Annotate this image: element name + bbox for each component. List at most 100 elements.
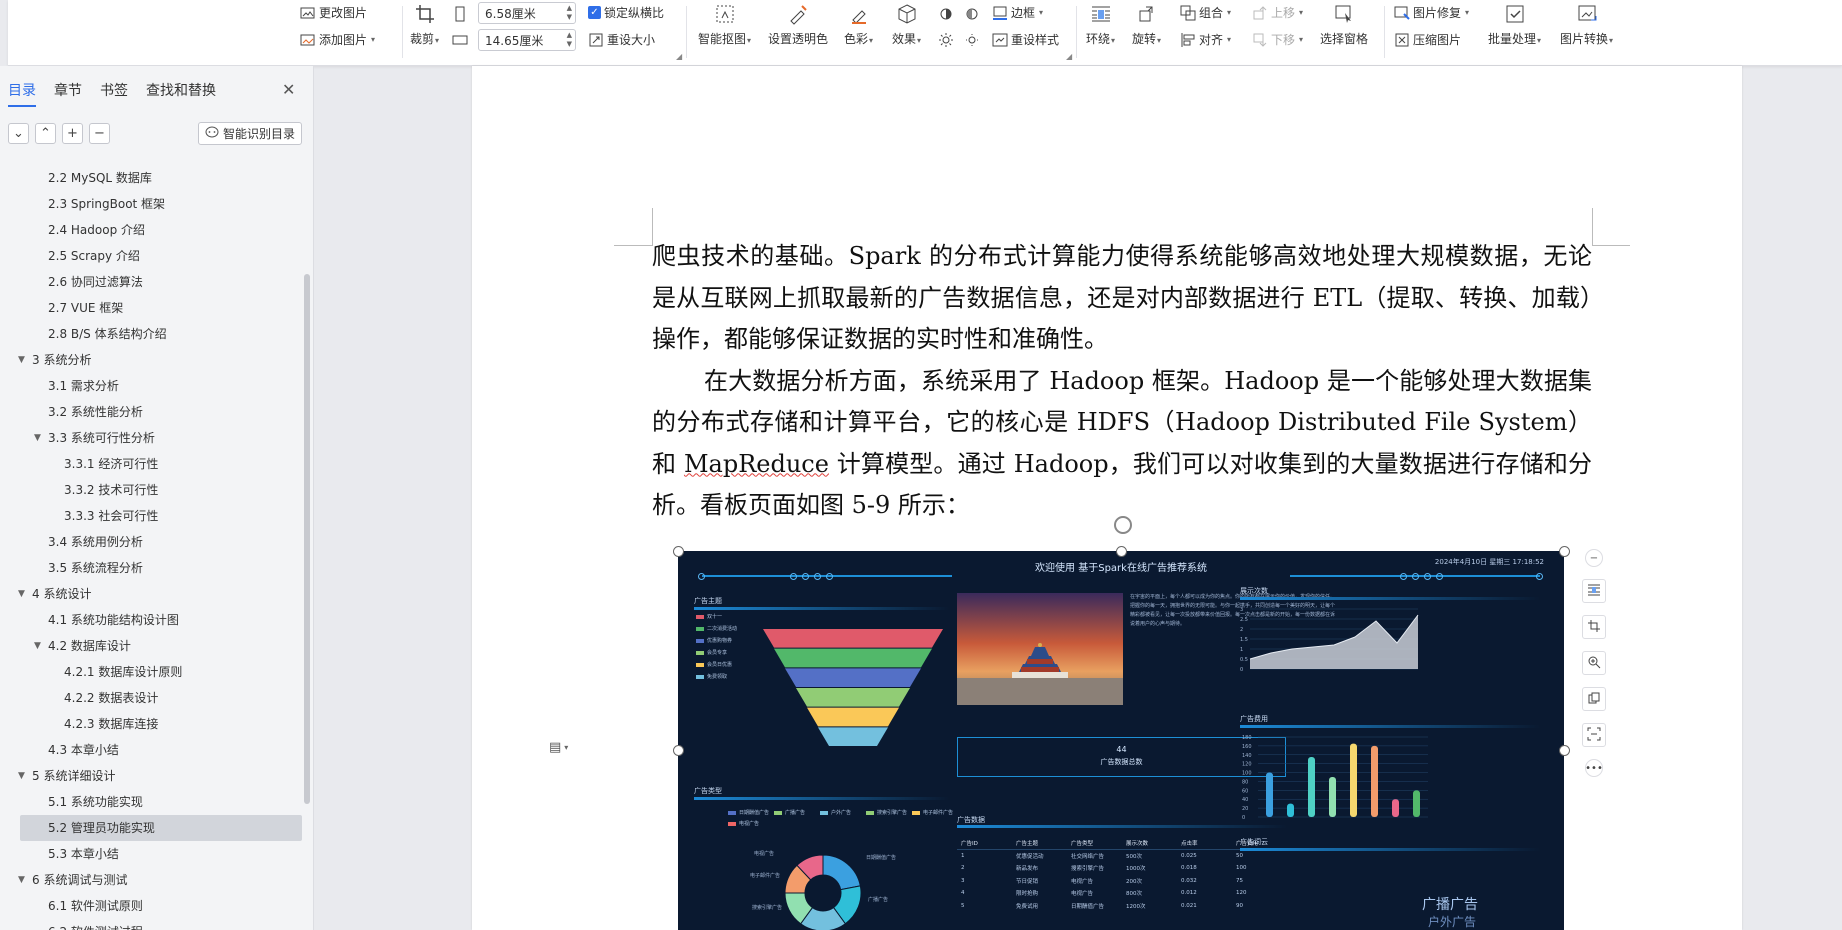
funnel-legend-item[interactable]: 免费领取 xyxy=(696,673,727,680)
expand-toggle-icon[interactable]: ▼ xyxy=(18,867,25,893)
set-transparent-button[interactable]: 设置透明色 xyxy=(768,2,828,47)
toc-item[interactable]: 5.1 系统功能实现 xyxy=(0,789,302,815)
toc-item[interactable]: 2.8 B/S 体系结构介绍 xyxy=(0,321,302,347)
toc-item[interactable]: 5.2 管理员功能实现 xyxy=(20,815,302,841)
funnel-legend-item[interactable]: 双十一 xyxy=(696,613,722,620)
layout-options-button[interactable]: ▤ ▾ xyxy=(549,740,568,755)
reset-size-button[interactable]: 重设大小 xyxy=(588,31,655,48)
image-repair-button[interactable]: 图片修复 ▾ xyxy=(1394,4,1469,21)
table-row[interactable]: 2 新品发布 搜索引擎广告 1000次 0.018 100 xyxy=(957,862,1287,875)
expand-down-button[interactable]: ⌄ xyxy=(8,123,29,144)
copy-image-button[interactable] xyxy=(1582,687,1606,711)
type-legend-item[interactable]: 广播广告 xyxy=(774,809,805,816)
crop-tool-button[interactable] xyxy=(1582,615,1606,639)
funnel-legend-item[interactable]: 优惠购物券 xyxy=(696,637,732,644)
toc-item[interactable]: 2.5 Scrapy 介绍 xyxy=(0,243,302,269)
spellcheck-word[interactable]: MapReduce xyxy=(684,450,829,478)
more-options-button[interactable]: ••• xyxy=(1585,759,1603,777)
resize-handle-right[interactable] xyxy=(1559,745,1570,756)
toc-item[interactable]: ▼ 5 系统详细设计 xyxy=(0,763,302,789)
collapse-toolbar-button[interactable]: − xyxy=(1585,549,1603,567)
reset-style-button[interactable]: 重设样式 xyxy=(992,31,1059,48)
toc-item[interactable]: 4.2.3 数据库连接 xyxy=(0,711,302,737)
align-button[interactable]: 对齐 ▾ xyxy=(1180,31,1231,48)
table-row[interactable]: 3 节日促销 电视广告 200次 0.032 75 xyxy=(957,875,1287,888)
tab-toc[interactable]: 目录 xyxy=(8,80,36,107)
smart-cutout-button[interactable]: 智能抠图▾ xyxy=(698,2,751,47)
toc-item[interactable]: 4.2.1 数据库设计原则 xyxy=(0,659,302,685)
layout-wrap-button[interactable] xyxy=(1582,579,1606,603)
funnel-legend-item[interactable]: 会员日优惠 xyxy=(696,661,732,668)
dashboard-screenshot-image[interactable]: 欢迎使用 基于Spark在线广告推荐系统 2024年4月10日 星期三 17:1… xyxy=(678,551,1564,930)
expand-toggle-icon[interactable]: ▼ xyxy=(34,633,41,659)
toc-item[interactable]: 3.3.2 技术可行性 xyxy=(0,477,302,503)
document-body[interactable]: 爬虫技术的基础。Spark 的分布式计算能力使得系统能够高效地处理大规模数据，无… xyxy=(652,236,1592,527)
type-legend-item[interactable]: 户外广告 xyxy=(820,809,851,816)
type-legend-item[interactable]: 搜索引擎广告 xyxy=(866,809,907,816)
collapse-up-button[interactable]: ⌃ xyxy=(35,123,56,144)
toc-item[interactable]: 2.6 协同过滤算法 xyxy=(0,269,302,295)
toc-item[interactable]: ▼ 3.3 系统可行性分析 xyxy=(0,425,302,451)
width-input[interactable]: 6.58厘米 ▲ ▼ xyxy=(478,2,576,24)
toc-item[interactable]: 4.2.2 数据表设计 xyxy=(0,685,302,711)
smart-toc-button[interactable]: 智能识别目录 xyxy=(198,122,302,145)
toc-item[interactable]: 3.3.1 经济可行性 xyxy=(0,451,302,477)
expand-toggle-icon[interactable]: ▼ xyxy=(18,763,25,789)
toc-item[interactable]: ▼ 4 系统设计 xyxy=(0,581,302,607)
selection-pane-button[interactable]: 选择窗格 xyxy=(1320,2,1368,47)
toc-item[interactable]: 2.2 MySQL 数据库 xyxy=(0,165,302,191)
close-icon[interactable]: ✕ xyxy=(282,80,295,99)
toc-item[interactable]: 3.2 系统性能分析 xyxy=(0,399,302,425)
toc-item[interactable]: 6.1 软件测试原则 xyxy=(0,893,302,919)
toc-item[interactable]: 2.7 VUE 框架 xyxy=(0,295,302,321)
table-row[interactable]: 5 免费试用 日期酬值广告 1200次 0.021 90 xyxy=(957,900,1287,913)
wrap-button[interactable]: 环绕▾ xyxy=(1086,2,1115,47)
toc-item[interactable]: 3.1 需求分析 xyxy=(0,373,302,399)
tab-find-replace[interactable]: 查找和替换 xyxy=(146,80,216,107)
paragraph-1[interactable]: 爬虫技术的基础。Spark 的分布式计算能力使得系统能够高效地处理大规模数据，无… xyxy=(652,236,1592,361)
extract-text-button[interactable] xyxy=(1582,723,1606,747)
color-button[interactable]: 色彩▾ xyxy=(844,2,873,47)
add-picture-button[interactable]: 添加图片 ▾ xyxy=(300,31,375,48)
group-button[interactable]: 组合 ▾ xyxy=(1180,4,1231,21)
toc-item[interactable]: 2.4 Hadoop 介绍 xyxy=(0,217,302,243)
lock-ratio-checkbox[interactable]: ✓ 锁定纵横比 xyxy=(588,4,664,21)
add-toc-item-button[interactable]: + xyxy=(62,123,83,144)
toc-item[interactable]: 6.2 软件测试过程 xyxy=(0,919,302,930)
tab-chapters[interactable]: 章节 xyxy=(54,80,82,107)
brightness-down-icon[interactable] xyxy=(964,32,980,51)
toc-item[interactable]: ▼ 4.2 数据库设计 xyxy=(0,633,302,659)
toc-item[interactable]: 2.3 SpringBoot 框架 xyxy=(0,191,302,217)
expand-toggle-icon[interactable]: ▼ xyxy=(18,347,25,373)
toc-item[interactable]: 3.5 系统流程分析 xyxy=(0,555,302,581)
zoom-button[interactable] xyxy=(1582,651,1606,675)
brightness-up-icon[interactable] xyxy=(938,32,954,51)
table-row[interactable]: 4 限时抢购 电视广告 800次 0.012 120 xyxy=(957,887,1287,900)
toc-item[interactable]: 4.1 系统功能结构设计图 xyxy=(0,607,302,633)
expand-toggle-icon[interactable]: ▼ xyxy=(18,581,25,607)
expand-toggle-icon[interactable]: ▼ xyxy=(34,425,41,451)
resize-handle-left[interactable] xyxy=(673,745,684,756)
toc-item[interactable]: 3.4 系统用例分析 xyxy=(0,529,302,555)
tab-bookmarks[interactable]: 书签 xyxy=(100,80,128,107)
rotate-button[interactable]: 旋转▾ xyxy=(1132,2,1161,47)
compress-picture-button[interactable]: 压缩图片 xyxy=(1394,31,1461,48)
toc-item[interactable]: 4.3 本章小结 xyxy=(0,737,302,763)
batch-process-button[interactable]: 批量处理▾ xyxy=(1488,2,1541,47)
paragraph-2[interactable]: 在大数据分析方面，系统采用了 Hadoop 框架。Hadoop 是一个能够处理大… xyxy=(652,361,1592,527)
type-legend-item[interactable]: 电视广告 xyxy=(728,820,759,827)
bring-forward-button[interactable]: 上移 ▾ xyxy=(1252,4,1303,21)
toc-item[interactable]: 3.3.3 社会可行性 xyxy=(0,503,302,529)
funnel-legend-item[interactable]: 会员专享 xyxy=(696,649,727,656)
toc-scrollbar[interactable] xyxy=(304,274,310,804)
type-legend-item[interactable]: 电子邮件广告 xyxy=(912,809,953,816)
rotate-handle-icon[interactable] xyxy=(1114,516,1132,534)
remove-toc-item-button[interactable]: − xyxy=(89,123,110,144)
border-button[interactable]: 边框 ▾ xyxy=(992,4,1043,21)
resize-handle-top-right[interactable] xyxy=(1559,546,1570,557)
brightness-icon[interactable] xyxy=(938,6,954,25)
type-legend-item[interactable]: 日期酬值广告 xyxy=(728,809,769,816)
toc-item[interactable]: 5.3 本章小结 xyxy=(0,841,302,867)
send-backward-button[interactable]: 下移 ▾ xyxy=(1252,31,1303,48)
toc-item[interactable]: ▼ 3 系统分析 xyxy=(0,347,302,373)
